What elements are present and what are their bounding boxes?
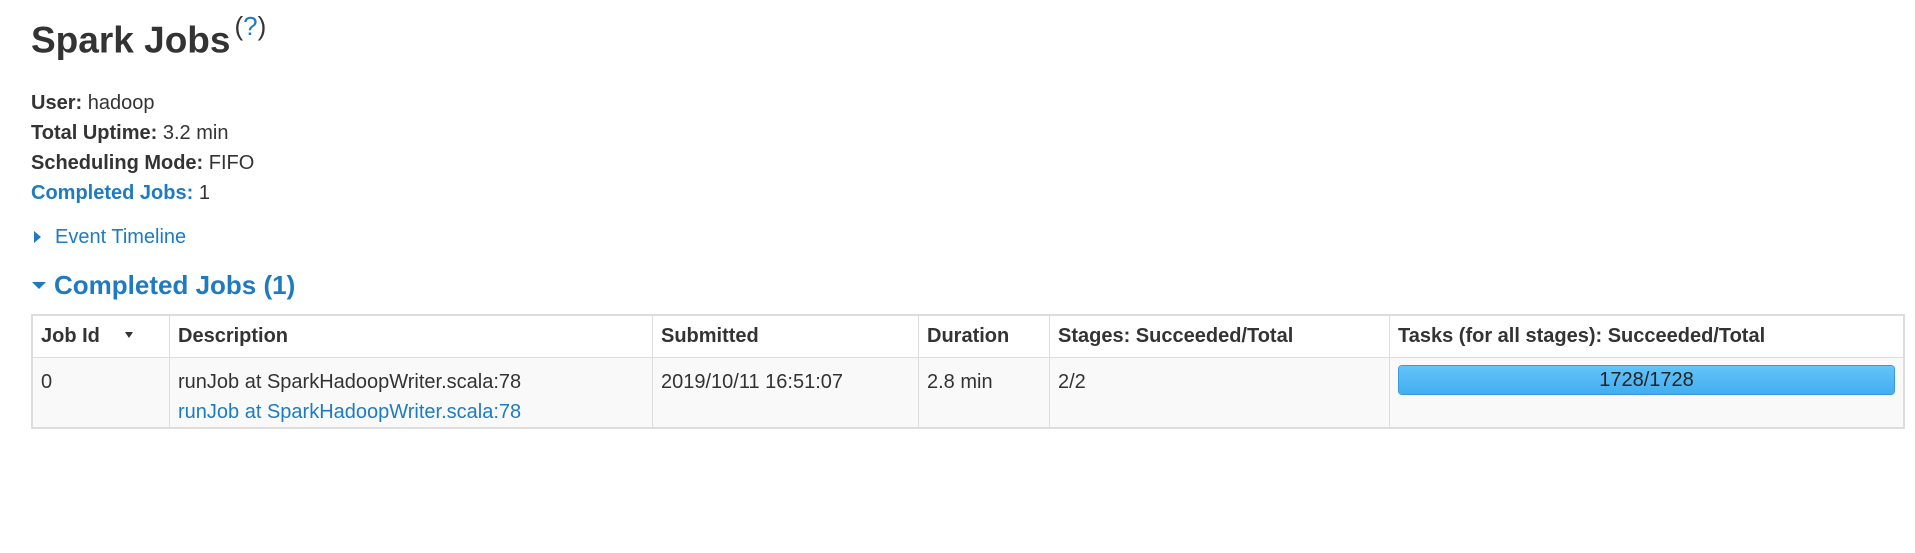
cell-duration: 2.8 min <box>918 357 1050 429</box>
column-header-tasks[interactable]: Tasks (for all stages): Succeeded/Total <box>1389 314 1905 358</box>
completed-jobs-section-toggle[interactable]: Completed Jobs (1) <box>31 267 1884 303</box>
table-row: 0 runJob at SparkHadoopWriter.scala:78 r… <box>31 357 1905 429</box>
column-header-stages[interactable]: Stages: Succeeded/Total <box>1049 314 1390 358</box>
column-header-description[interactable]: Description <box>169 314 653 358</box>
cell-submitted: 2019/10/11 16:51:07 <box>652 357 919 429</box>
uptime-label: Total Uptime: <box>31 122 158 144</box>
user-value: hadoop <box>87 92 155 114</box>
description-text: runJob at SparkHadoopWriter.scala:78 <box>178 371 522 393</box>
sort-descending-icon[interactable] <box>124 331 133 338</box>
completed-jobs-table: Job Id Description Submitted Duration St… <box>31 314 1905 429</box>
help-icon[interactable]: ? <box>243 11 257 41</box>
completed-jobs-value: 1 <box>198 182 210 204</box>
summary-completed-jobs: Completed Jobs: 1 <box>31 178 1884 208</box>
user-label: User: <box>31 92 83 114</box>
uptime-value: 3.2 min <box>162 122 229 144</box>
job-description-link[interactable]: runJob at SparkHadoopWriter.scala:78 <box>178 401 521 423</box>
cell-tasks: 1728/1728 <box>1389 357 1905 429</box>
jobs-page: Spark Jobs (?) User: hadoop Total Uptime:… <box>0 0 1915 429</box>
event-timeline-label: Event Timeline <box>55 225 187 248</box>
tasks-progress-bar: 1728/1728 <box>1398 365 1895 395</box>
scheduling-mode-value: FIFO <box>208 152 255 174</box>
column-header-job-id[interactable]: Job Id <box>31 314 170 358</box>
collapse-arrow-icon <box>32 281 46 289</box>
page-title-text: Spark Jobs <box>31 19 231 61</box>
column-header-label: Stages: Succeeded/Total <box>1058 325 1294 347</box>
cell-job-id: 0 <box>31 357 170 429</box>
column-header-duration[interactable]: Duration <box>918 314 1050 358</box>
summary-list: User: hadoop Total Uptime: 3.2 min Sched… <box>31 88 1884 208</box>
column-header-submitted[interactable]: Submitted <box>652 314 919 358</box>
event-timeline-toggle[interactable]: Event Timeline <box>31 222 1884 252</box>
scheduling-mode-label: Scheduling Mode: <box>31 152 204 174</box>
tasks-progress-text: 1728/1728 <box>1599 369 1694 391</box>
summary-uptime: Total Uptime: 3.2 min <box>31 118 1884 148</box>
column-header-label: Tasks (for all stages): Succeeded/Total <box>1398 325 1766 347</box>
expand-arrow-icon <box>34 231 41 243</box>
cell-stages: 2/2 <box>1049 357 1390 429</box>
summary-user: User: hadoop <box>31 88 1884 118</box>
column-header-label: Job Id <box>41 325 100 347</box>
cell-description: runJob at SparkHadoopWriter.scala:78 run… <box>169 357 653 429</box>
completed-jobs-section-title: Completed Jobs (1) <box>54 269 296 300</box>
completed-jobs-link[interactable]: Completed Jobs: <box>31 182 193 204</box>
column-header-label: Duration <box>927 325 1010 347</box>
help-tooltip[interactable]: (?) <box>234 11 266 41</box>
page-title: Spark Jobs (?) <box>31 0 1884 62</box>
summary-scheduling-mode: Scheduling Mode: FIFO <box>31 148 1884 178</box>
table-header-row: Job Id Description Submitted Duration St… <box>31 314 1905 358</box>
column-header-label: Description <box>178 325 289 347</box>
column-header-label: Submitted <box>661 325 759 347</box>
